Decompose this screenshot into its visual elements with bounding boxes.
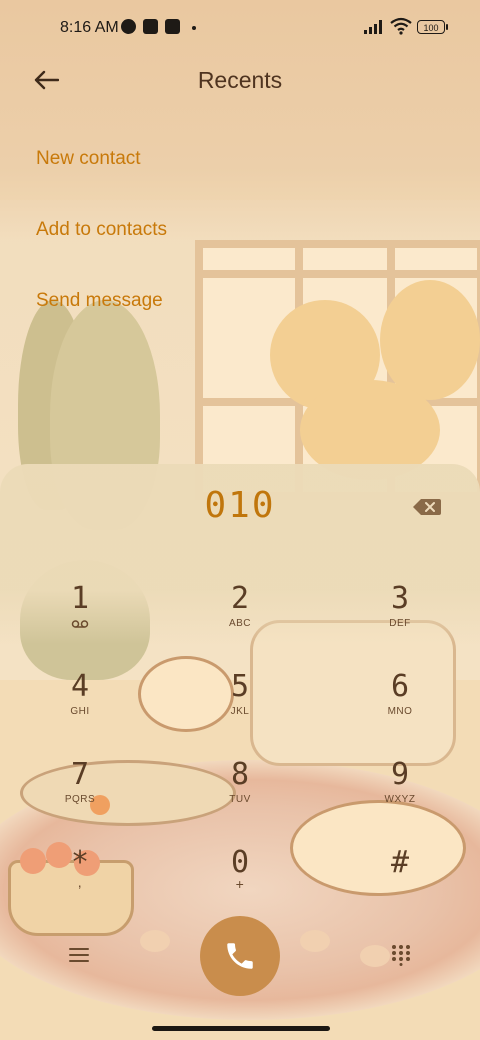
key-1[interactable]: 1: [25, 582, 135, 654]
status-bar: 8:16 AM 100: [0, 0, 480, 56]
key-digit: 3: [390, 581, 410, 616]
voicemail-icon: [71, 620, 89, 628]
key-digit: 8: [230, 757, 250, 792]
key-3[interactable]: 3 DEF: [345, 582, 455, 654]
key-digit: 5: [230, 669, 250, 704]
menu-icon[interactable]: [66, 944, 92, 966]
upload-icon: [165, 19, 180, 34]
key-letters: ,: [77, 874, 83, 890]
add-to-contacts-option[interactable]: Add to contacts: [36, 219, 167, 241]
key-digit: 6: [390, 669, 410, 704]
battery-icon: 100: [417, 20, 448, 34]
key-digit: 4: [70, 669, 90, 704]
key-7[interactable]: 7 PQRS: [25, 758, 135, 830]
key-digit: 1: [70, 581, 90, 616]
key-letters: MNO: [387, 706, 413, 717]
key-0[interactable]: 0 +: [185, 846, 295, 918]
key-digit: 2: [230, 581, 250, 616]
key-digit: #: [390, 845, 410, 880]
dialed-number[interactable]: 010: [0, 485, 480, 526]
key-letters: WXYZ: [384, 794, 416, 805]
key-digit: 7: [70, 757, 90, 792]
key-letters: TUV: [229, 794, 251, 805]
key-6[interactable]: 6 MNO: [345, 670, 455, 742]
status-time: 8:16 AM: [60, 19, 119, 36]
key-letters: DEF: [389, 618, 411, 629]
key-8[interactable]: 8 TUV: [185, 758, 295, 830]
home-indicator[interactable]: [152, 1026, 330, 1031]
key-digit: 9: [390, 757, 410, 792]
key-hash[interactable]: #: [345, 846, 455, 918]
page-title: Recents: [197, 67, 283, 93]
wifi-icon: [390, 17, 412, 35]
key-letters: GHI: [70, 706, 90, 717]
new-contact-option[interactable]: New contact: [36, 148, 141, 170]
backspace-button[interactable]: [412, 497, 442, 517]
call-button[interactable]: [200, 916, 280, 996]
phone-icon: [227, 943, 253, 969]
key-letters: +: [235, 876, 245, 892]
key-letters: ABC: [228, 618, 252, 629]
key-4[interactable]: 4 GHI: [25, 670, 135, 742]
dot-icon: [192, 26, 196, 30]
dialpad-icon[interactable]: [390, 944, 412, 966]
key-star[interactable]: * ,: [25, 846, 135, 918]
notification-square-icon: [143, 19, 158, 34]
key-letters: PQRS: [64, 794, 96, 805]
key-5[interactable]: 5 JKL: [185, 670, 295, 742]
vpn-icon: [121, 19, 136, 34]
key-digit: 0: [230, 845, 250, 880]
key-letters: JKL: [230, 706, 250, 717]
key-2[interactable]: 2 ABC: [185, 582, 295, 654]
send-message-option[interactable]: Send message: [36, 290, 163, 312]
key-9[interactable]: 9 WXYZ: [345, 758, 455, 830]
signal-icon: [364, 19, 386, 34]
